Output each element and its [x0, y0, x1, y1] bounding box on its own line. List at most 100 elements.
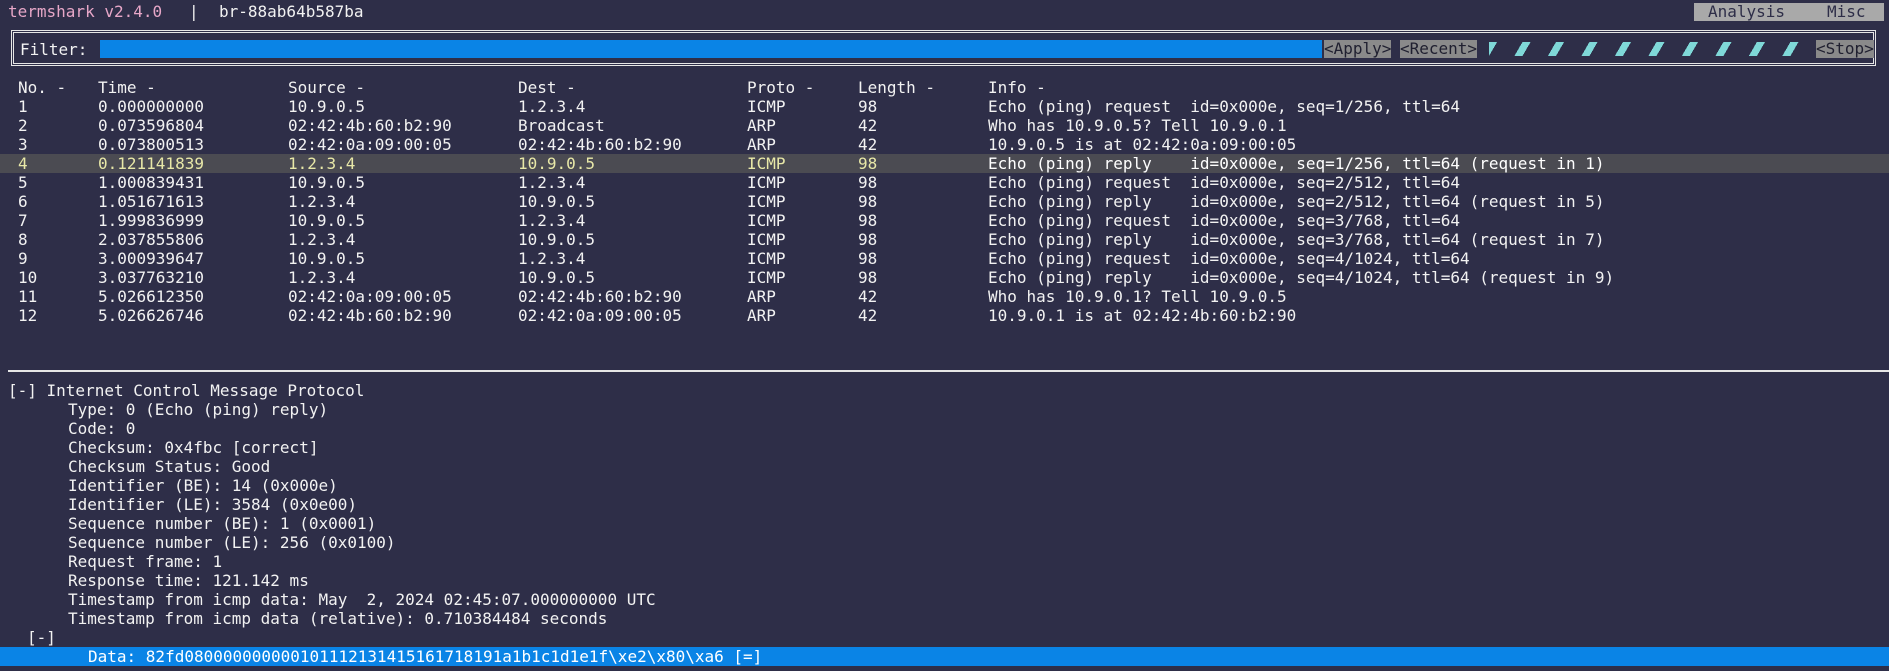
column-header-no[interactable]: No. -: [18, 78, 66, 97]
column-header-length[interactable]: Length -: [858, 78, 935, 97]
protocol-field[interactable]: Identifier (BE): 14 (0x000e): [0, 476, 1889, 495]
protocol-field[interactable]: Sequence number (BE): 1 (0x0001): [0, 514, 1889, 533]
packet-row[interactable]: 9 3.000939647 10.9.0.5 1.2.3.4 ICMP 98 Echo (p…: [0, 249, 1889, 268]
protocol-field[interactable]: Timestamp from icmp data (relative): 0.7…: [0, 609, 1889, 628]
cell-length: 98: [858, 192, 878, 211]
column-header-source[interactable]: Source -: [288, 78, 365, 97]
packet-row[interactable]: 12 5.026626746 02:42:4b:60:b2:90 02:42:0a:0…: [0, 306, 1889, 325]
protocol-field[interactable]: Sequence number (LE): 256 (0x0100): [0, 533, 1889, 552]
cell-info: Echo (ping) reply id=0x000e, seq=2/512, …: [988, 192, 1605, 211]
packet-row[interactable]: 2 0.073596804 02:42:4b:60:b2:90 Broadcast AR…: [0, 116, 1889, 135]
stop-button[interactable]: <Stop>: [1816, 40, 1874, 58]
cell-source: 1.2.3.4: [288, 268, 356, 287]
cell-dest: Broadcast: [518, 116, 605, 135]
cell-no: 5: [18, 173, 28, 192]
cell-proto: ICMP: [747, 154, 786, 173]
column-header-time[interactable]: Time -: [98, 78, 156, 97]
cell-time: 0.073596804: [98, 116, 204, 135]
column-header-proto[interactable]: Proto -: [747, 78, 814, 97]
packet-row[interactable]: 8 2.037855806 1.2.3.4 10.9.0.5 ICMP 98 Echo (p…: [0, 230, 1889, 249]
column-header-dest[interactable]: Dest -: [518, 78, 576, 97]
cell-length: 42: [858, 135, 878, 154]
cell-length: 98: [858, 268, 878, 287]
cell-length: 98: [858, 173, 878, 192]
protocol-field[interactable]: Type: 0 (Echo (ping) reply): [0, 400, 1889, 419]
cell-source: 1.2.3.4: [288, 192, 356, 211]
cell-source: 1.2.3.4: [288, 154, 356, 173]
cell-time: 2.037855806: [98, 230, 204, 249]
cell-proto: ICMP: [747, 249, 786, 268]
cell-time: 5.026612350: [98, 287, 204, 306]
cell-dest: 10.9.0.5: [518, 192, 596, 211]
apply-button[interactable]: <Apply>: [1324, 40, 1392, 58]
packet-row[interactable]: 5 1.000839431 10.9.0.5 1.2.3.4 ICMP 98 Echo (p…: [0, 173, 1889, 192]
protocol-field[interactable]: Timestamp from icmp data: May 2, 2024 02…: [0, 590, 1889, 609]
packet-row[interactable]: 6 1.051671613 1.2.3.4 10.9.0.5 ICMP 98 Echo (p…: [0, 192, 1889, 211]
cell-dest: 1.2.3.4: [518, 249, 586, 268]
protocol-field[interactable]: Checksum Status: Good: [0, 457, 1889, 476]
cell-info: 10.9.0.1 is at 02:42:4b:60:b2:90: [988, 306, 1297, 325]
cell-length: 98: [858, 249, 878, 268]
cell-no: 12: [18, 306, 38, 325]
cell-proto: ARP: [747, 116, 776, 135]
app-title: termshark v2.4.0: [8, 2, 163, 21]
cell-source: 10.9.0.5: [288, 249, 366, 268]
data-field-text: Data: 82fd080000000000101112131415161718…: [88, 647, 763, 666]
cell-time: 0.073800513: [98, 135, 204, 154]
interface-name: br-88ab64b587ba: [219, 2, 364, 21]
protocol-field[interactable]: Identifier (LE): 3584 (0x0e00): [0, 495, 1889, 514]
cell-length: 98: [858, 211, 878, 230]
protocol-tree-root[interactable]: [-] Internet Control Message Protocol: [0, 381, 1889, 400]
cell-proto: ICMP: [747, 268, 786, 287]
data-field-selected[interactable]: Data: 82fd080000000000101112131415161718…: [0, 647, 1889, 666]
cell-dest: 02:42:0a:09:00:05: [518, 306, 682, 325]
cell-length: 42: [858, 306, 878, 325]
protocol-field[interactable]: Response time: 121.142 ms: [0, 571, 1889, 590]
protocol-field[interactable]: Request frame: 1: [0, 552, 1889, 571]
cell-time: 0.000000000: [98, 97, 204, 116]
cell-no: 2: [18, 116, 28, 135]
loading-progress-indicator: [1489, 42, 1811, 56]
packet-row[interactable]: 11 5.026612350 02:42:0a:09:00:05 02:42:4b:6…: [0, 287, 1889, 306]
menu-analysis[interactable]: Analysis: [1708, 3, 1785, 21]
packet-row[interactable]: 1 0.000000000 10.9.0.5 1.2.3.4 ICMP 98 Echo (p…: [0, 97, 1889, 116]
cell-info: Who has 10.9.0.5? Tell 10.9.0.1: [988, 116, 1287, 135]
cell-time: 3.037763210: [98, 268, 204, 287]
cell-proto: ARP: [747, 135, 776, 154]
cell-info: Echo (ping) request id=0x000e, seq=4/102…: [988, 249, 1470, 268]
column-header-info[interactable]: Info -: [988, 78, 1046, 97]
filter-input[interactable]: [100, 40, 1322, 58]
cell-dest: 10.9.0.5: [518, 154, 596, 173]
cell-length: 98: [858, 154, 878, 173]
cell-length: 42: [858, 116, 878, 135]
recent-button[interactable]: <Recent>: [1400, 40, 1478, 58]
cell-no: 9: [18, 249, 28, 268]
cell-info: Echo (ping) reply id=0x000e, seq=4/1024,…: [988, 268, 1615, 287]
packet-row[interactable]: 3 0.073800513 02:42:0a:09:00:05 02:42:4b:60…: [0, 135, 1889, 154]
cell-no: 10: [18, 268, 38, 287]
cell-dest: 10.9.0.5: [518, 268, 596, 287]
cell-no: 4: [18, 154, 28, 173]
protocol-field[interactable]: Code: 0: [0, 419, 1889, 438]
cell-length: 98: [858, 230, 878, 249]
cell-dest: 02:42:4b:60:b2:90: [518, 287, 682, 306]
cell-source: 1.2.3.4: [288, 230, 356, 249]
cell-proto: ICMP: [747, 192, 786, 211]
cell-source: 02:42:4b:60:b2:90: [288, 306, 452, 325]
cell-no: 1: [18, 97, 28, 116]
cell-source: 02:42:4b:60:b2:90: [288, 116, 452, 135]
packet-row[interactable]: 10 3.037763210 1.2.3.4 10.9.0.5 ICMP 98 Echo (…: [0, 268, 1889, 287]
packet-row-selected[interactable]: 4 0.121141839 1.2.3.4 10.9.0.5 ICMP 98 Echo (p…: [0, 154, 1889, 173]
cell-no: 11: [18, 287, 38, 306]
pane-divider[interactable]: [8, 370, 1889, 372]
menu-misc[interactable]: Misc: [1827, 3, 1866, 21]
packet-row[interactable]: 7 1.999836999 10.9.0.5 1.2.3.4 ICMP 98 Echo (p…: [0, 211, 1889, 230]
cell-source: 02:42:0a:09:00:05: [288, 287, 452, 306]
cell-time: 1.051671613: [98, 192, 204, 211]
cell-dest: 1.2.3.4: [518, 173, 586, 192]
data-collapse-toggle[interactable]: [-]: [0, 628, 1889, 647]
cell-source: 10.9.0.5: [288, 173, 366, 192]
title-bar: termshark v2.4.0 | br-88ab64b587ba Analy…: [0, 0, 1889, 24]
protocol-field[interactable]: Checksum: 0x4fbc [correct]: [0, 438, 1889, 457]
cell-proto: ICMP: [747, 173, 786, 192]
